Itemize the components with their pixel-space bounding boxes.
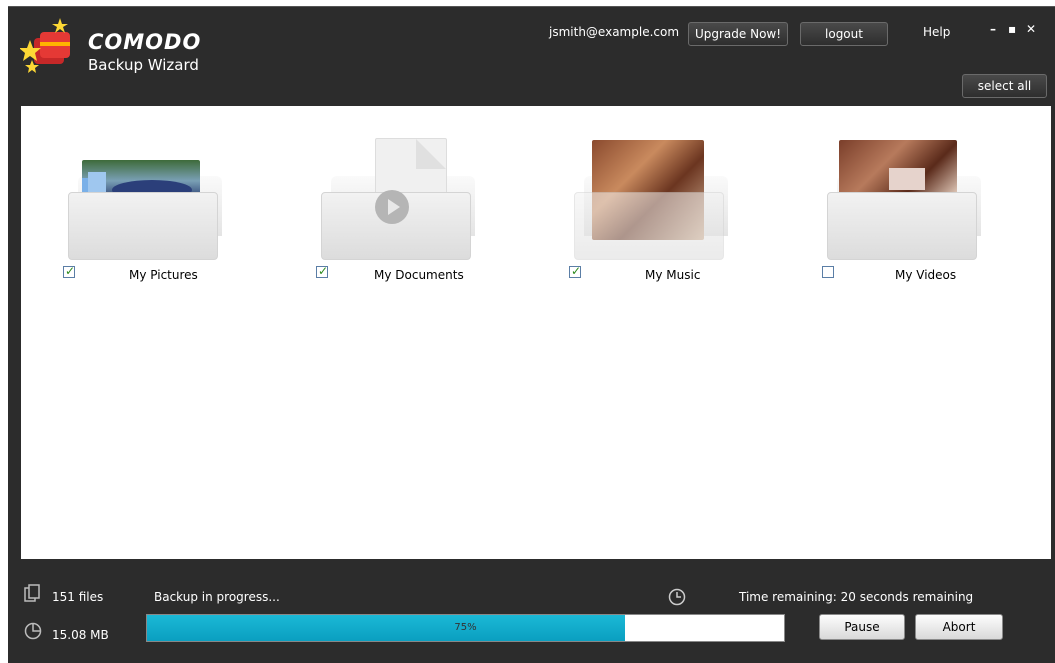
my-videos-label: My Videos [895,268,957,282]
backup-status: Backup in progress... [154,590,280,604]
help-link[interactable]: Help [923,25,950,39]
document-play-icon [375,190,409,224]
abort-button[interactable]: Abort [915,614,1003,640]
maximize-icon[interactable]: ▪ [1008,22,1016,36]
my-pictures-label: My Pictures [129,268,198,282]
videos-folder-icon [839,140,957,194]
my-videos-checkbox[interactable] [822,266,834,278]
my-music-label: My Music [645,268,701,282]
checkmark-icon: ✓ [65,264,76,278]
my-pictures-checkbox[interactable]: ✓ [63,264,76,278]
upgrade-now-button[interactable]: Upgrade Now! [688,22,788,46]
my-documents-label: My Documents [374,268,464,282]
file-count: 151 files [52,590,104,604]
brand-subtitle: Backup Wizard [88,56,199,74]
pause-button[interactable]: Pause [819,614,905,640]
logout-button[interactable]: logout [800,22,888,46]
disk-size-icon [24,622,42,644]
files-icon [24,584,42,606]
select-all-button[interactable]: select all [962,74,1047,98]
brand-title: COMODO [88,30,202,54]
checkmark-icon: ✓ [318,264,329,278]
close-icon[interactable]: ✕ [1026,22,1036,36]
folder-front [574,192,724,260]
folder-selection-area: ✓ My Pictures ✓ My Documents ✓ My Music [21,106,1051,559]
minimize-icon[interactable]: – [990,22,996,36]
time-remaining: Time remaining: 20 seconds remaining [739,590,974,604]
backup-progress-bar: 75% [146,614,785,642]
folder-front [827,192,977,260]
clock-icon [668,588,686,610]
app-window: COMODO Backup Wizard jsmith@example.com … [8,6,1055,663]
folder-front [68,192,218,260]
my-documents-checkbox[interactable]: ✓ [316,264,329,278]
checkmark-icon: ✓ [571,264,582,278]
progress-percent: 75% [454,622,477,633]
user-email: jsmith@example.com [549,25,680,39]
my-music-checkbox[interactable]: ✓ [569,264,582,278]
comodo-logo-icon [19,18,84,74]
total-size: 15.08 MB [52,628,109,642]
